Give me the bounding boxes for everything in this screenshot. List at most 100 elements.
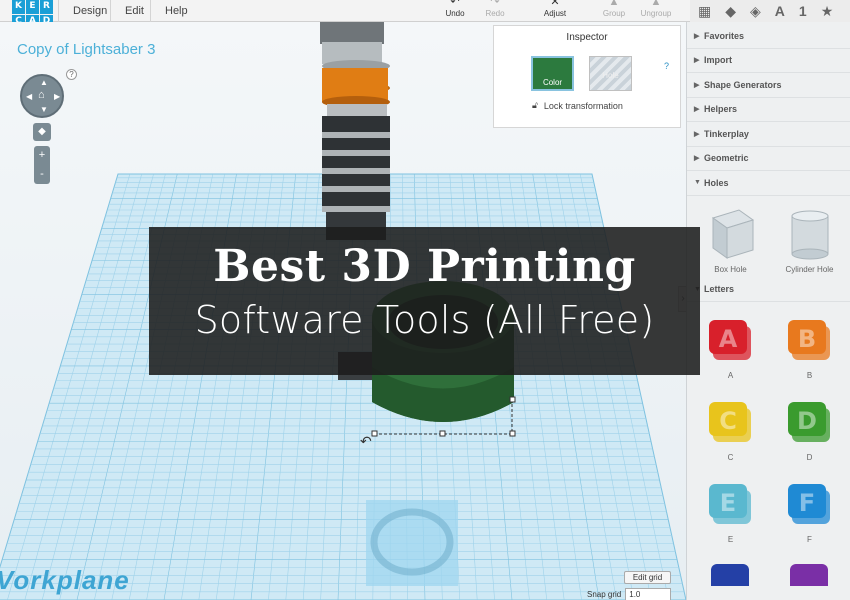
shape-letter-c[interactable]: CC [691,384,770,466]
chevron-right-icon: ▶ [694,106,700,114]
undo-button[interactable]: ↶ Undo [433,0,477,22]
shape-label: C [727,453,734,462]
workplane-label: Vorkplane [0,565,130,595]
cube-view-button[interactable]: ◆ [33,123,51,141]
shape-letter-partial[interactable] [691,548,770,594]
pan-right-icon[interactable]: ▶ [54,93,60,101]
category-letters[interactable]: ▼Letters [687,278,850,302]
view-help-button[interactable]: ? [66,69,77,80]
shape-label: D [806,453,813,462]
shape-cylinder-hole[interactable]: Cylinder Hole [770,196,849,278]
color-swatch[interactable]: Color [531,56,574,91]
star-icon[interactable]: ★ [821,3,834,20]
shape-letter-d[interactable]: DD [770,384,849,466]
category-geometric[interactable]: ▶ Geometric [687,147,850,171]
chevron-right-icon: ▶ [694,57,700,65]
inspector-help-link[interactable]: ? [664,61,669,71]
zoom-out-button[interactable]: - [34,165,50,184]
category-holes[interactable]: ▼ Holes [687,171,850,196]
grid-view-icon[interactable]: ▦ [698,3,711,20]
group-button[interactable]: ▲ Group [592,0,636,22]
letter-shape-icon [789,564,828,594]
category-label: Letters [704,284,735,295]
document-title[interactable]: Copy of Lightsaber 3 [17,41,155,58]
svg-text:D: D [797,407,817,435]
shapes-icon[interactable]: ◈ [750,3,761,20]
letter-a-icon: A [708,320,751,360]
category-label: Helpers [704,104,738,115]
chevron-right-icon: ▶ [694,81,700,89]
number-icon[interactable]: 1 [799,3,807,19]
category-shape-generators[interactable]: ▶ Shape Generators [687,73,850,98]
snap-grid-label: Snap grid [587,590,622,599]
category-label: Holes [704,177,729,188]
letter-f-icon: F [787,484,830,524]
letters-grid: AABBCCDDEEFF [687,302,850,594]
undo-label: Undo [445,9,465,18]
category-label: Tinkerplay [704,128,749,139]
category-helpers[interactable]: ▶ Helpers [687,98,850,122]
shape-label: Cylinder Hole [785,264,834,274]
svg-text:C: C [719,407,737,435]
title-banner: Best 3D Printing Software Tools (All Fre… [149,227,700,375]
lock-label: Lock transformation [543,100,623,111]
category-label: Favorites [704,30,745,41]
svg-text:F: F [798,489,814,517]
shape-box-hole[interactable]: Box Hole [691,196,770,278]
cube-icon: ◆ [38,126,46,137]
group-label: Group [602,9,626,18]
svg-text:B: B [797,325,815,353]
lock-transformation[interactable]: 🔓︎ Lock transformation [532,100,623,111]
category-label: Shape Generators [704,79,782,90]
cylinder-hole-icon [791,210,828,259]
shape-letter-f[interactable]: FF [770,466,849,548]
svg-text:E: E [719,489,735,517]
text-icon[interactable]: A [775,3,785,19]
category-tinkerplay[interactable]: ▶ Tinkerplay [687,122,850,147]
category-import[interactable]: ▶ Import [687,49,850,73]
letter-c-icon: C [708,402,751,442]
shape-label: B [806,371,813,380]
view-compass[interactable]: ▲ ▼ ◀ ▶ ⌂ [20,74,64,118]
adjust-icon: ✕ [550,0,560,8]
zoom-in-button[interactable]: + [34,146,50,165]
zoom-control: + - [34,146,50,184]
home-view-icon[interactable]: ⌂ [38,90,45,101]
holes-grid: Box Hole Cylinder Hole [687,196,850,278]
logo-letter: K [12,0,25,14]
letter-b-icon: B [787,320,830,360]
snap-grid-select[interactable]: 1.0 [625,588,672,600]
snap-grid: Snap grid 1.0 [587,588,672,600]
shape-letter-b[interactable]: BB [770,302,849,384]
shape-letter-e[interactable]: EE [691,466,770,548]
pan-down-icon[interactable]: ▼ [40,106,48,114]
shape-letter-a[interactable]: AA [691,302,770,384]
chevron-right-icon: ▶ [694,155,700,163]
adjust-label: Adjust [543,9,567,18]
shapes-sidebar: ▶ Favorites ▶ Import ▶ Shape Generators ▶ He… [686,22,850,600]
ungroup-button[interactable]: ▲ Ungroup [634,0,678,22]
pan-up-icon[interactable]: ▲ [40,79,48,87]
pan-left-icon[interactable]: ◀ [26,93,32,101]
shape-label: A [727,371,734,380]
shape-letter-partial[interactable] [770,548,849,594]
top-bar: K E R C A D Design Edit Help ↶ Undo ↷ Re… [0,0,850,28]
category-label: Import [704,55,732,66]
box-hole-icon [711,208,754,259]
adjust-button[interactable]: ✕ Adjust [533,0,577,22]
category-favorites[interactable]: ▶ Favorites [687,24,850,49]
letter-shape-icon [710,564,749,594]
shape-label: E [727,535,734,544]
hole-swatch[interactable]: Hole [589,56,632,91]
redo-label: Redo [485,9,505,18]
cube-icon[interactable]: ◆ [725,3,736,20]
sidebar-tabs: ▦ ◆ ◈ A 1 ★ [690,0,850,22]
shape-label: F [807,535,812,544]
redo-button[interactable]: ↷ Redo [473,0,517,22]
menu-help[interactable]: Help [150,0,202,22]
ungroup-icon: ▲ [650,0,662,8]
inspector-panel: Inspector Color Hole ? 🔓︎ Lock transform… [493,25,681,128]
logo-letter: R [40,0,53,14]
inspector-title: Inspector [566,32,608,43]
edit-grid-button[interactable]: Edit grid [624,571,671,584]
